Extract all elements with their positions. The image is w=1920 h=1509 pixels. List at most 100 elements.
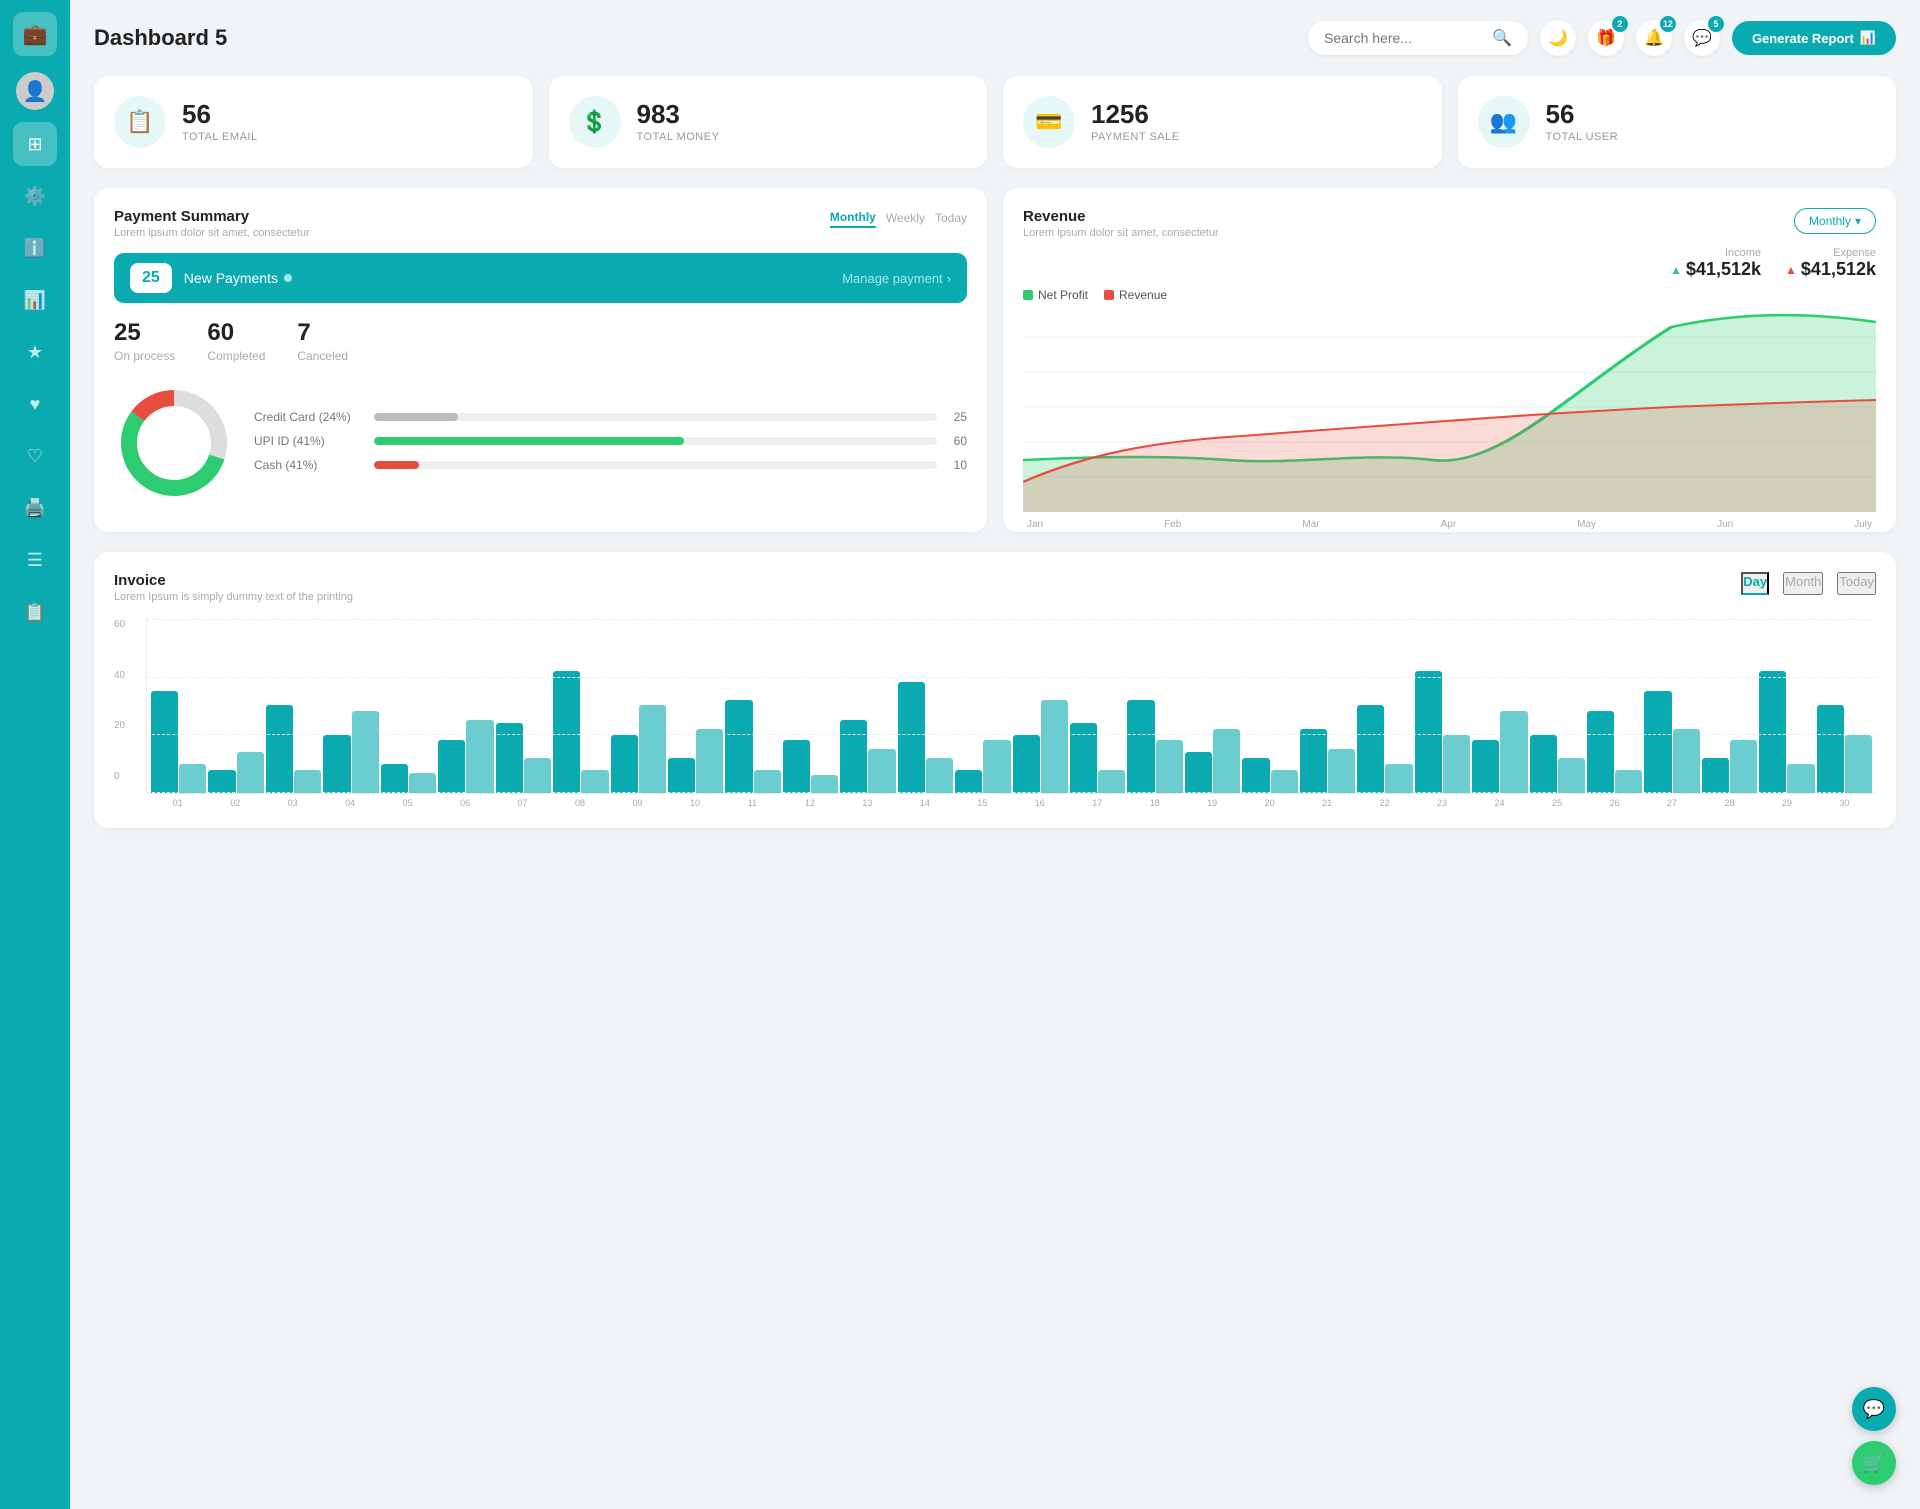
x-label-16: 16: [1012, 798, 1067, 808]
payment-summary-panel: Payment Summary Lorem ipsum dolor sit am…: [94, 188, 987, 532]
bar-group-12: [783, 740, 838, 793]
revenue-panel: Revenue Lorem ipsum dolor sit amet, cons…: [1003, 188, 1896, 532]
bar-26-1: [1587, 711, 1614, 793]
sidebar-item-wishlist[interactable]: ♡: [13, 434, 57, 478]
sidebar-item-favorites[interactable]: ★: [13, 330, 57, 374]
sidebar-item-docs[interactable]: 📋: [13, 590, 57, 634]
stat-payment-info: 1256 PAYMENT SALE: [1091, 101, 1180, 143]
x-label-06: 06: [437, 798, 492, 808]
bar-9-2: [639, 705, 666, 793]
dark-mode-toggle[interactable]: 🌙: [1540, 20, 1576, 56]
invoice-tabs: Day Month Today: [1741, 572, 1876, 595]
upi-fill: [374, 437, 684, 445]
bar-27-2: [1673, 729, 1700, 793]
revenue-chart: Jan Feb Mar Apr May Jun July: [1023, 312, 1876, 512]
sidebar-item-info[interactable]: ℹ️: [13, 226, 57, 270]
x-label-26: 26: [1587, 798, 1642, 808]
bar-4-1: [323, 735, 350, 793]
payment-body: Credit Card (24%) 25 UPI ID (41%) 60: [114, 383, 967, 508]
payment-summary-subtitle: Lorem ipsum dolor sit amet, consectetur: [114, 227, 310, 239]
sidebar-item-analytics[interactable]: 📊: [13, 278, 57, 322]
bar-23-2: [1443, 735, 1470, 793]
bar-10-1: [668, 758, 695, 793]
bar-6-2: [466, 720, 493, 793]
messages-button[interactable]: 💬 5: [1684, 20, 1720, 56]
x-label-11: 11: [725, 798, 780, 808]
bar-group-2: [208, 752, 263, 793]
bar-21-2: [1328, 749, 1355, 793]
stat-card-user: 👥 56 TOTAL USER: [1458, 76, 1897, 168]
stat-card-email: 📋 56 TOTAL EMAIL: [94, 76, 533, 168]
support-fab[interactable]: 💬: [1852, 1387, 1896, 1431]
generate-report-button[interactable]: Generate Report 📊: [1732, 21, 1896, 55]
stat-card-money: 💲 983 TOTAL MONEY: [549, 76, 988, 168]
bar-4-2: [352, 711, 379, 793]
x-label-01: 01: [150, 798, 205, 808]
bar-15-2: [983, 740, 1010, 793]
bar-5-2: [409, 773, 436, 793]
stat-card-payment: 💳 1256 PAYMENT SALE: [1003, 76, 1442, 168]
invoice-chart-container: 0 20 40 60 01020304050607080910111213141…: [114, 619, 1876, 808]
income-item: Income ▲ $41,512k: [1670, 247, 1761, 280]
expense-arrow-icon: ▲: [1785, 263, 1797, 277]
legend-revenue: Revenue: [1104, 288, 1167, 302]
bar-6-1: [438, 740, 465, 793]
y-label-40: 40: [114, 670, 125, 681]
x-label-13: 13: [840, 798, 895, 808]
canceled-number: 7: [297, 319, 348, 347]
invoice-tab-day[interactable]: Day: [1741, 572, 1769, 595]
revenue-top: Revenue Lorem ipsum dolor sit amet, cons…: [1023, 208, 1876, 239]
gift-button[interactable]: 🎁 2: [1588, 20, 1624, 56]
invoice-tab-today[interactable]: Today: [1837, 572, 1876, 595]
payment-tab-monthly[interactable]: Monthly: [830, 208, 876, 228]
payment-summary-header: Payment Summary Lorem ipsum dolor sit am…: [114, 208, 967, 239]
progress-row-creditcard: Credit Card (24%) 25: [254, 410, 967, 424]
payment-stats-row: 25 On process 60 Completed 7 Canceled: [114, 319, 967, 363]
bar-20-2: [1271, 770, 1298, 793]
bar-13-1: [840, 720, 867, 793]
sidebar-item-dashboard[interactable]: ⊞: [13, 122, 57, 166]
search-icon[interactable]: 🔍: [1492, 28, 1512, 48]
bar-23-1: [1415, 671, 1442, 793]
sidebar-item-list[interactable]: ☰: [13, 538, 57, 582]
revenue-dot: [1104, 290, 1114, 300]
notifications-button[interactable]: 🔔 12: [1636, 20, 1672, 56]
bar-30-2: [1845, 735, 1872, 793]
y-label-20: 20: [114, 720, 125, 731]
bar-group-17: [1070, 723, 1125, 793]
bar-15-1: [955, 770, 982, 793]
stat-money-info: 983 TOTAL MONEY: [637, 101, 720, 143]
sidebar-logo[interactable]: 💼: [13, 12, 57, 56]
cart-fab[interactable]: 🛒: [1852, 1441, 1896, 1485]
bar-group-25: [1530, 735, 1585, 793]
bar-24-2: [1500, 711, 1527, 793]
sidebar-item-liked[interactable]: ♥: [13, 382, 57, 426]
sidebar-item-settings[interactable]: ⚙️: [13, 174, 57, 218]
bar-2-1: [208, 770, 235, 793]
payment-tab-weekly[interactable]: Weekly: [886, 208, 925, 228]
revenue-monthly-dropdown[interactable]: Monthly ▾: [1794, 208, 1876, 234]
x-label-05: 05: [380, 798, 435, 808]
invoice-tab-month[interactable]: Month: [1783, 572, 1823, 595]
payment-summary-title: Payment Summary: [114, 208, 310, 225]
bar-group-30: [1817, 705, 1872, 793]
email-label: TOTAL EMAIL: [182, 131, 258, 143]
net-profit-label: Net Profit: [1038, 288, 1088, 302]
middle-row: Payment Summary Lorem ipsum dolor sit am…: [94, 188, 1896, 532]
sidebar-item-print[interactable]: 🖨️: [13, 486, 57, 530]
upi-track: [374, 437, 937, 445]
info-icon: ℹ️: [24, 238, 46, 259]
payment-tab-today[interactable]: Today: [935, 208, 967, 228]
bar-18-1: [1127, 700, 1154, 793]
search-input[interactable]: [1324, 30, 1484, 46]
bar-group-28: [1702, 740, 1757, 793]
np-label-text: New Payments: [184, 270, 278, 286]
bar-8-2: [581, 770, 608, 793]
bar-group-14: [898, 682, 953, 793]
stat-completed: 60 Completed: [207, 319, 265, 363]
bar-28-2: [1730, 740, 1757, 793]
manage-payment-link[interactable]: Manage payment ›: [842, 271, 951, 286]
user-avatar[interactable]: 👤: [16, 72, 54, 110]
x-label-03: 03: [265, 798, 320, 808]
x-label-30: 30: [1817, 798, 1872, 808]
